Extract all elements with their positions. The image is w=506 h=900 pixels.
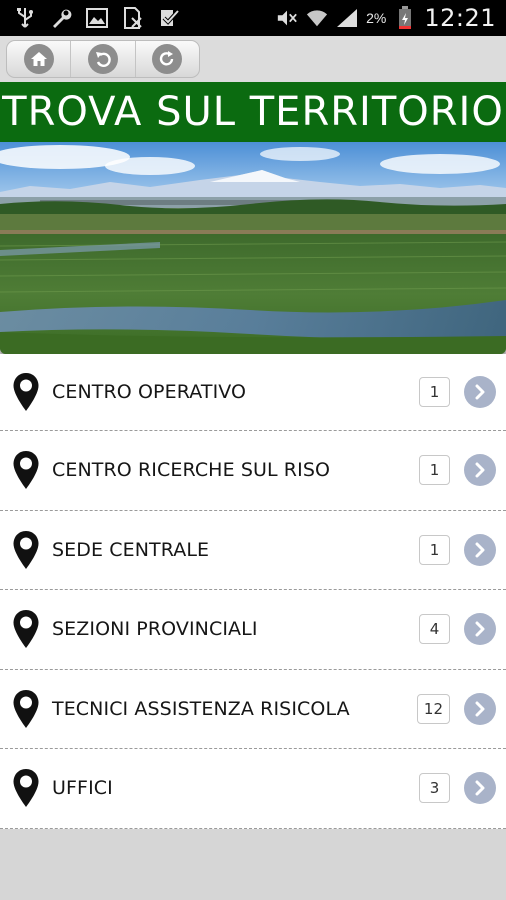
list-item-label: TECNICI ASSISTENZA RISICOLA	[52, 697, 350, 720]
location-list: CENTRO OPERATIVO 1 CENTRO RICERCHE SUL RIS…	[0, 354, 506, 829]
mute-icon	[276, 7, 298, 29]
page-title: TROVA SUL TERRITORIO	[2, 89, 504, 135]
nav-button-group	[6, 40, 200, 78]
list-item-label: CENTRO RICERCHE SUL RISO	[52, 459, 331, 482]
list-item[interactable]: UFFICI 3	[0, 749, 506, 829]
clock: 12:21	[424, 4, 496, 32]
battery-percent: 2%	[366, 10, 387, 26]
image-icon	[86, 7, 108, 29]
wifi-icon	[306, 7, 328, 29]
status-bar: 2% 12:21	[0, 0, 506, 36]
map-pin-icon	[12, 768, 40, 808]
list-item[interactable]: CENTRO RICERCHE SUL RISO 1	[0, 431, 506, 511]
wrench-icon	[50, 7, 72, 29]
count-badge: 3	[419, 773, 450, 804]
count-badge: 1	[419, 455, 450, 486]
hero-image-rice-fields	[0, 142, 506, 354]
list-item[interactable]: SEDE CENTRALE 1	[0, 510, 506, 590]
battery-icon	[394, 6, 416, 29]
refresh-icon	[152, 44, 183, 74]
count-badge: 4	[419, 614, 450, 645]
count-badge: 1	[419, 534, 450, 565]
home-icon	[23, 44, 54, 74]
map-pin-icon	[12, 530, 40, 570]
usb-icon	[14, 7, 36, 29]
map-pin-icon	[12, 689, 40, 729]
count-badge: 1	[419, 377, 450, 407]
list-item[interactable]: SEZIONI PROVINCIALI 4	[0, 590, 506, 670]
list-item[interactable]: TECNICI ASSISTENZA RISICOLA 12	[0, 669, 506, 749]
refresh-button[interactable]	[136, 41, 199, 77]
map-pin-icon	[12, 609, 40, 649]
list-item-label: SEZIONI PROVINCIALI	[52, 618, 258, 641]
count-badge: 12	[416, 693, 450, 724]
map-pin-icon	[12, 450, 40, 490]
back-button[interactable]	[71, 41, 136, 77]
toolbar	[0, 36, 506, 82]
page-header: TROVA SUL TERRITORIO	[0, 82, 506, 142]
list-item[interactable]: CENTRO OPERATIVO 1	[0, 354, 506, 431]
list-item-label: UFFICI	[52, 777, 113, 800]
list-item-label: SEDE CENTRALE	[52, 538, 210, 561]
signal-icon	[336, 7, 358, 29]
chevron-right-icon[interactable]	[464, 376, 496, 408]
map-pin-icon	[12, 372, 40, 412]
chevron-right-icon[interactable]	[464, 692, 496, 725]
list-item-label: CENTRO OPERATIVO	[52, 381, 247, 403]
chevron-right-icon[interactable]	[464, 533, 496, 566]
back-icon	[87, 44, 118, 74]
chevron-right-icon[interactable]	[464, 772, 496, 805]
checklist-icon	[158, 7, 180, 29]
chevron-right-icon[interactable]	[464, 454, 496, 487]
no-sim-icon	[122, 7, 144, 29]
home-button[interactable]	[7, 41, 72, 77]
chevron-right-icon[interactable]	[464, 613, 496, 646]
